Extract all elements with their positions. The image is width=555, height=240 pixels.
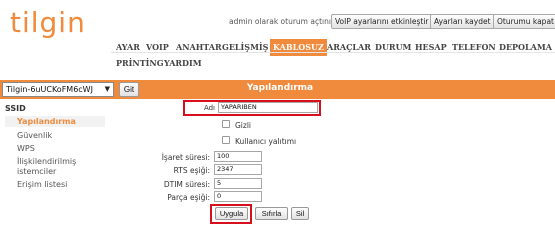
nav-divider bbox=[111, 52, 555, 53]
sidebar-item-associated-clients[interactable]: İlişkilendirilmiş istemciler bbox=[17, 157, 92, 177]
logout-button[interactable]: Oturumu kapat bbox=[493, 14, 555, 29]
nav-gelismis[interactable]: GELİŞMİŞ bbox=[219, 39, 271, 56]
ssid-name-highlight bbox=[183, 100, 321, 116]
nav-depolama[interactable]: DEPOLAMA bbox=[496, 39, 555, 56]
enable-voip-button[interactable]: VoIP ayarlarını etkinleştir bbox=[331, 14, 433, 29]
user-isolation-label: Kullanıcı yalıtımı bbox=[235, 137, 297, 146]
login-status-text: admin olarak oturum açtınız. bbox=[229, 17, 338, 26]
hidden-label: Gizli bbox=[235, 121, 251, 130]
main-nav: AYAR VOIP ANAHTAR GELİŞMİŞ KABLOSUZ ARAÇ… bbox=[111, 33, 555, 69]
sidebar-item-wps[interactable]: WPS bbox=[17, 144, 35, 153]
nav-telefon[interactable]: TELEFON bbox=[449, 39, 499, 56]
sidebar-heading: SSID bbox=[5, 104, 26, 113]
toolbar: Tilgin-6uUCKoFM6cWJ ▼ Git Yapılandırma bbox=[0, 80, 555, 99]
nav-voip[interactable]: VOIP bbox=[143, 39, 172, 56]
reset-button[interactable]: Sıfırla bbox=[255, 207, 288, 220]
go-button[interactable]: Git bbox=[119, 82, 139, 97]
rts-threshold-input[interactable]: 2347 bbox=[214, 164, 262, 175]
chevron-down-icon: ▼ bbox=[104, 85, 110, 93]
ssid-select[interactable]: Tilgin-6uUCKoFM6cWJ ▼ bbox=[2, 82, 114, 97]
sidebar-item-yapilandirma[interactable]: Yapılandırma bbox=[5, 116, 105, 127]
nav-kablosuz[interactable]: KABLOSUZ bbox=[270, 39, 327, 56]
nav-anahtar[interactable]: ANAHTAR bbox=[173, 39, 225, 56]
ssid-select-value: Tilgin-6uUCKoFM6cWJ bbox=[6, 85, 93, 94]
delete-button[interactable]: Sil bbox=[291, 207, 309, 220]
signal-interval-label: İşaret süresi: bbox=[161, 153, 210, 162]
rts-threshold-label: RTS eşiği: bbox=[173, 166, 210, 175]
wireless-config-form: Adı YAPARIBEN Gizli Kullanıcı yalıtımı İ… bbox=[110, 100, 555, 240]
hidden-checkbox[interactable] bbox=[222, 120, 230, 128]
session-bar: admin olarak oturum açtınız. VoIP ayarla… bbox=[0, 13, 555, 31]
apply-button-highlight bbox=[210, 204, 252, 224]
nav-ayar[interactable]: AYAR bbox=[113, 39, 143, 56]
dtim-period-label: DTIM süresi: bbox=[163, 180, 210, 189]
save-settings-button[interactable]: Ayarları kaydet bbox=[430, 14, 495, 29]
signal-interval-input[interactable]: 100 bbox=[214, 151, 262, 162]
page-title: Yapılandırma bbox=[246, 83, 314, 93]
sidebar-item-guvenlik[interactable]: Güvenlik bbox=[17, 131, 52, 140]
sidebar: SSID Yapılandırma Güvenlik WPS İlişkilen… bbox=[0, 100, 110, 240]
nav-araclar[interactable]: ARAÇLAR bbox=[324, 39, 374, 56]
nav-yardim[interactable]: YARDIM bbox=[161, 55, 205, 72]
nav-durum[interactable]: DURUM bbox=[372, 39, 414, 56]
nav-printing[interactable]: PRİNTİNG bbox=[113, 55, 167, 72]
fragment-threshold-label: Parça eşiği: bbox=[167, 193, 210, 202]
user-isolation-checkbox[interactable] bbox=[222, 136, 230, 144]
nav-hesap[interactable]: HESAP bbox=[412, 39, 450, 56]
fragment-threshold-input[interactable]: 0 bbox=[214, 191, 262, 202]
sidebar-item-access-list[interactable]: Erişim listesi bbox=[17, 180, 67, 189]
dtim-period-input[interactable]: 5 bbox=[214, 178, 262, 189]
